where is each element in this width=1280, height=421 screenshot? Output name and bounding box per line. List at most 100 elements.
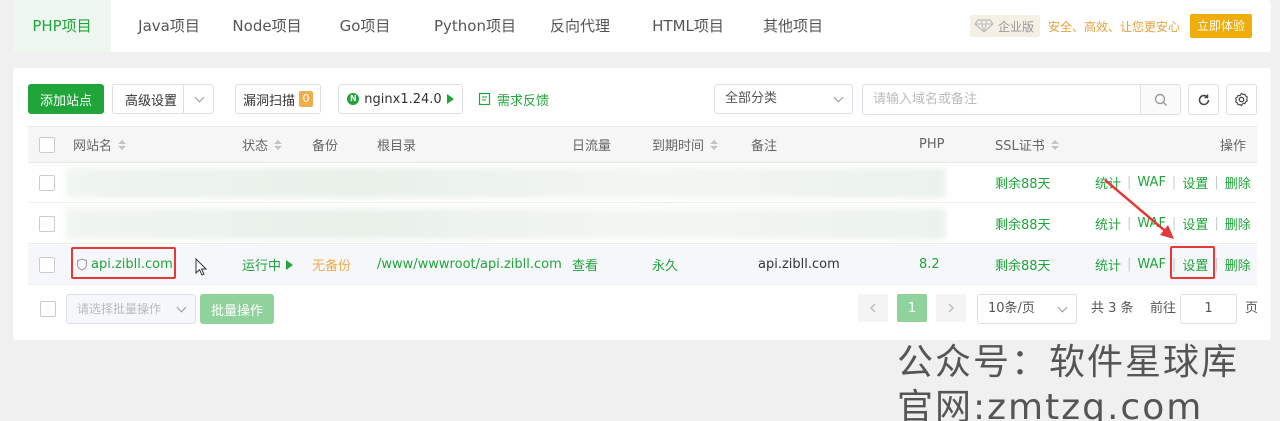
footer-checkbox[interactable] bbox=[40, 294, 56, 324]
try-button[interactable]: 立即体验 bbox=[1190, 14, 1253, 38]
category-value: 全部分类 bbox=[725, 91, 778, 106]
page-1-button[interactable]: 1 bbox=[897, 294, 927, 322]
waf-link[interactable]: WAF bbox=[1137, 257, 1166, 272]
tab-html[interactable]: HTML项目 bbox=[638, 0, 738, 52]
vuln-count-badge: 0 bbox=[299, 91, 313, 107]
tab-java[interactable]: Java项目 bbox=[120, 0, 218, 52]
row-checkbox[interactable] bbox=[39, 245, 55, 284]
play-icon bbox=[446, 94, 454, 104]
batch-select[interactable]: 请选择批量操作 bbox=[66, 294, 196, 324]
page-suffix: 页 bbox=[1245, 301, 1259, 316]
note-text[interactable]: api.zibll.com bbox=[758, 245, 840, 284]
advanced-settings-label: 高级设置 bbox=[125, 93, 178, 109]
select-all-checkbox[interactable] bbox=[39, 127, 55, 162]
nginx-version: nginx1.24.0 bbox=[364, 91, 442, 107]
site-panel: 添加站点 高级设置 漏洞扫描 0 N nginx1.24.0 需求反馈 全部分类… bbox=[13, 68, 1271, 340]
search-button[interactable] bbox=[1140, 85, 1180, 114]
table-row: api.zibll.com 运行中 无备份 /www/wwwroot/api.z… bbox=[28, 245, 1257, 285]
blurred-content bbox=[66, 209, 946, 239]
status-running[interactable]: 运行中 bbox=[242, 245, 294, 284]
batch-action-button[interactable]: 批量操作 bbox=[200, 294, 274, 324]
tab-reverse-proxy[interactable]: 反向代理 bbox=[535, 0, 625, 52]
nginx-icon: N bbox=[347, 93, 360, 105]
row-checkbox[interactable] bbox=[39, 163, 55, 202]
ssl-remaining[interactable]: 剩余88天 bbox=[995, 204, 1051, 243]
col-expire[interactable]: 到期时间 bbox=[652, 127, 719, 162]
prev-page-button[interactable] bbox=[858, 294, 888, 322]
watermark-line-2: 官网:zmtzq.com bbox=[897, 387, 1204, 421]
feedback-link[interactable]: 需求反馈 bbox=[478, 84, 549, 114]
col-root: 根目录 bbox=[377, 139, 417, 154]
search-icon bbox=[1154, 93, 1167, 106]
delete-link[interactable]: 删除 bbox=[1225, 214, 1251, 233]
col-status[interactable]: 状态 bbox=[242, 127, 283, 162]
feedback-label: 需求反馈 bbox=[497, 93, 550, 109]
gear-icon bbox=[1235, 92, 1248, 107]
col-ssl[interactable]: SSL证书 bbox=[995, 127, 1059, 162]
col-php: PHP bbox=[919, 137, 945, 152]
enterprise-promo: 企业版 安全、高效、让您更安心 立即体验 bbox=[970, 14, 1253, 38]
enterprise-badge: 企业版 bbox=[970, 15, 1041, 37]
chevron-right-icon bbox=[948, 303, 954, 313]
col-note: 备注 bbox=[751, 139, 778, 154]
ssl-remaining[interactable]: 剩余88天 bbox=[995, 245, 1051, 284]
chevron-left-icon bbox=[870, 303, 876, 313]
tab-php[interactable]: PHP项目 bbox=[13, 0, 111, 52]
highlight-settings bbox=[1170, 246, 1215, 279]
col-site-name[interactable]: 网站名 bbox=[73, 127, 127, 162]
diamond-icon bbox=[974, 19, 994, 33]
category-select[interactable]: 全部分类 bbox=[714, 84, 853, 114]
tab-go[interactable]: Go项目 bbox=[316, 0, 414, 52]
settings-button[interactable] bbox=[1226, 84, 1257, 115]
php-version[interactable]: 8.2 bbox=[919, 245, 940, 284]
table-header: 网站名 状态 备份 根目录 日流量 到期时间 备注 PHP SSL证书 操作 bbox=[28, 126, 1257, 163]
sort-icon bbox=[118, 139, 127, 151]
total-count: 共 3 条 bbox=[1091, 301, 1134, 316]
settings-link[interactable]: 设置 bbox=[1182, 214, 1208, 233]
chevron-down-icon bbox=[194, 92, 205, 103]
col-actions: 操作 bbox=[1220, 139, 1247, 154]
tab-python[interactable]: Python项目 bbox=[420, 0, 530, 52]
project-tabs: PHP项目 Java项目 Node项目 Go项目 Python项目 反向代理 H… bbox=[13, 0, 1271, 52]
search-input[interactable]: 请输入域名或备注 bbox=[873, 85, 977, 114]
add-site-button[interactable]: 添加站点 bbox=[28, 84, 104, 114]
sort-icon bbox=[710, 139, 719, 151]
mouse-cursor-icon bbox=[195, 258, 207, 276]
tab-node[interactable]: Node项目 bbox=[218, 0, 316, 52]
traffic-view-link[interactable]: 查看 bbox=[572, 245, 598, 284]
vuln-scan-button[interactable]: 漏洞扫描 0 bbox=[235, 84, 321, 114]
nginx-button[interactable]: N nginx1.24.0 bbox=[338, 84, 463, 114]
tab-other[interactable]: 其他项目 bbox=[748, 0, 838, 52]
vuln-scan-label: 漏洞扫描 bbox=[242, 93, 295, 109]
delete-link[interactable]: 删除 bbox=[1225, 255, 1251, 274]
settings-link[interactable]: 设置 bbox=[1182, 173, 1208, 192]
advanced-settings-button[interactable]: 高级设置 bbox=[112, 84, 214, 114]
row-checkbox[interactable] bbox=[39, 204, 55, 243]
table-row: 剩余88天 统计 | WAF | 设置 | 删除 bbox=[28, 163, 1257, 203]
highlight-site-name bbox=[71, 247, 176, 279]
stats-link[interactable]: 统计 bbox=[1095, 255, 1121, 274]
table-row: 剩余88天 统计 | WAF | 设置 | 删除 bbox=[28, 204, 1257, 244]
page-size-value: 10条/页 bbox=[988, 301, 1035, 316]
search-box: 请输入域名或备注 bbox=[862, 84, 1181, 115]
chevron-down-icon bbox=[1057, 302, 1068, 313]
goto-label: 前往 bbox=[1150, 301, 1177, 316]
col-backup: 备份 bbox=[312, 139, 339, 154]
red-arrow-icon bbox=[1104, 179, 1174, 239]
sort-icon bbox=[274, 139, 283, 151]
delete-link[interactable]: 删除 bbox=[1225, 173, 1251, 192]
chevron-down-icon bbox=[833, 92, 844, 103]
advanced-dropdown[interactable] bbox=[183, 85, 213, 113]
col-traffic: 日流量 bbox=[572, 139, 612, 154]
chevron-down-icon bbox=[176, 302, 187, 313]
page-size-select[interactable]: 10条/页 bbox=[977, 294, 1077, 324]
refresh-icon bbox=[1198, 94, 1209, 105]
play-icon bbox=[286, 259, 294, 270]
root-dir-link[interactable]: /www/wwwroot/api.zibll.com bbox=[377, 245, 562, 284]
next-page-button[interactable] bbox=[936, 294, 966, 322]
backup-status[interactable]: 无备份 bbox=[312, 245, 351, 284]
refresh-button[interactable] bbox=[1188, 84, 1219, 115]
ssl-remaining[interactable]: 剩余88天 bbox=[995, 163, 1051, 202]
goto-page-input[interactable]: 1 bbox=[1180, 294, 1237, 324]
expire-date[interactable]: 永久 bbox=[652, 245, 678, 284]
